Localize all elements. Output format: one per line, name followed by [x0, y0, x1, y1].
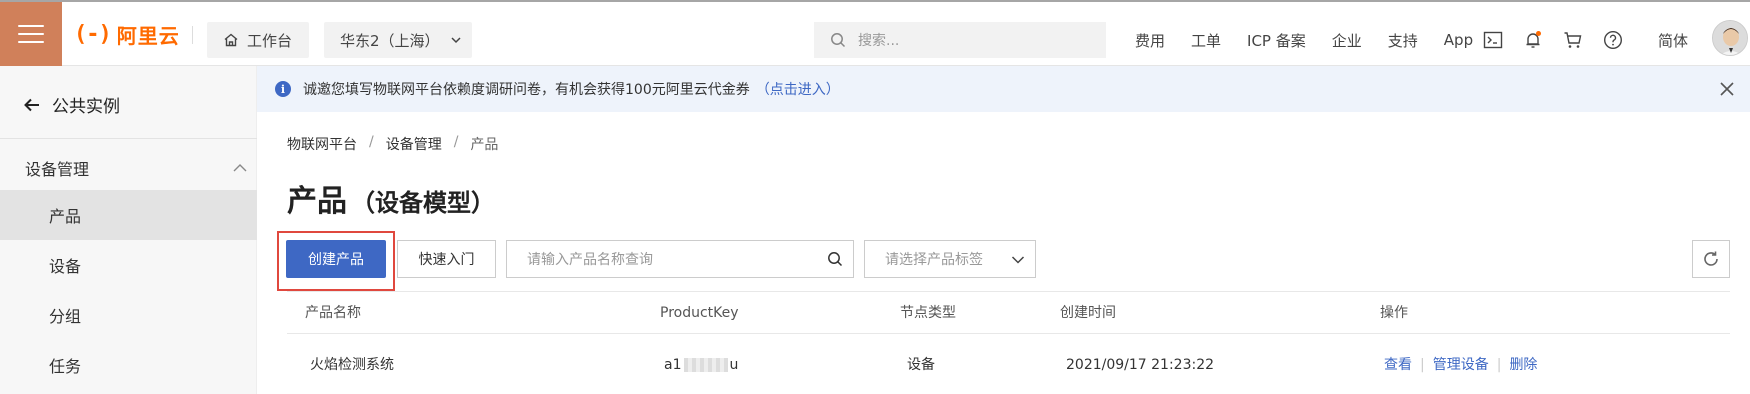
top-icons — [1483, 22, 1623, 58]
logo-text: 阿里云 — [116, 24, 180, 48]
table-row: 火焰检测系统 a1 u 设备 2021/09/17 21:23:22 查看 | 管理设… — [287, 344, 1730, 386]
action-separator: | — [1420, 357, 1425, 373]
node-type: 设备 — [907, 357, 935, 373]
back-label: 公共实例 — [52, 97, 120, 117]
language-switch[interactable]: 简体 — [1658, 30, 1688, 51]
bell-icon[interactable] — [1523, 30, 1543, 50]
product-key: a1 u — [664, 344, 738, 386]
sidebar-item-label: 分组 — [49, 307, 82, 326]
link-billing[interactable]: 费用 — [1135, 30, 1165, 51]
sidebar-item-label: 产品 — [49, 207, 82, 226]
arrow-left-icon — [24, 98, 39, 111]
product-tag-select[interactable]: 请选择产品标签 — [864, 240, 1036, 278]
user-avatar[interactable] — [1712, 20, 1748, 56]
link-support[interactable]: 支持 — [1388, 30, 1418, 51]
product-key-prefix: a1 — [664, 357, 682, 373]
region-selector[interactable]: 华东2（上海） — [324, 22, 472, 58]
page-title-main: 产品 — [287, 184, 347, 219]
divider — [192, 26, 193, 44]
logo-mark: (-) — [74, 22, 112, 47]
manage-devices-link[interactable]: 管理设备 — [1433, 357, 1489, 373]
workbench-button[interactable]: 工作台 — [207, 22, 309, 58]
refresh-icon — [1704, 251, 1718, 266]
create-product-button[interactable]: 创建产品 — [286, 240, 386, 278]
column-header-created: 创建时间 — [1060, 305, 1116, 321]
product-key-suffix: u — [729, 357, 739, 373]
sidebar-item-tasks[interactable]: 任务 — [0, 340, 257, 390]
close-icon[interactable] — [1718, 80, 1736, 98]
top-navigation-bar: (-) 阿里云 工作台 华东2（上海） 搜索... 费用 工单 ICP 备案 企… — [0, 0, 1750, 66]
chevron-down-icon — [451, 37, 461, 44]
product-search-input[interactable]: 请输入产品名称查询 — [506, 240, 854, 278]
quickstart-button[interactable]: 快速入门 — [397, 240, 496, 278]
breadcrumb-separator: / — [453, 134, 459, 150]
survey-notice-banner: i 诚邀您填写物联网平台依赖度调研问卷，有机会获得100元阿里云代金券 （点击进… — [257, 66, 1750, 112]
column-header-node-type: 节点类型 — [900, 305, 956, 321]
sidebar-item-label: 设备 — [49, 257, 82, 276]
page-title: 产品 （设备模型） — [287, 176, 495, 220]
back-to-public-instance[interactable]: 公共实例 — [24, 92, 120, 117]
breadcrumb-item[interactable]: 物联网平台 — [287, 134, 357, 154]
tag-select-placeholder: 请选择产品标签 — [885, 252, 983, 268]
help-icon[interactable] — [1603, 30, 1623, 50]
sidebar-item-label: 任务 — [49, 357, 82, 376]
notice-text: 诚邀您填写物联网平台依赖度调研问卷，有机会获得100元阿里云代金券 — [303, 82, 750, 98]
search-icon — [831, 33, 846, 48]
info-icon: i — [275, 81, 291, 97]
link-tickets[interactable]: 工单 — [1191, 30, 1221, 51]
link-enterprise[interactable]: 企业 — [1332, 30, 1362, 51]
workbench-label: 工作台 — [247, 31, 293, 50]
created-time: 2021/09/17 21:23:22 — [1066, 357, 1215, 373]
menu-icon-line — [18, 41, 44, 43]
page-title-sub: （设备模型） — [351, 189, 495, 217]
notice-link[interactable]: （点击进入） — [756, 79, 840, 99]
menu-icon-line — [18, 25, 44, 27]
sidebar-group-device-management[interactable]: 设备管理 — [25, 156, 247, 180]
chevron-down-icon — [1011, 256, 1025, 264]
sidebar-item-products[interactable]: 产品 — [0, 190, 257, 240]
column-header-productkey: ProductKey — [660, 305, 739, 321]
global-search-input[interactable]: 搜索... — [814, 22, 1106, 58]
action-separator: | — [1496, 357, 1502, 373]
aliyun-logo[interactable]: (-) 阿里云 — [74, 20, 180, 49]
sidebar: 公共实例 设备管理 产品 设备 分组 任务 — [0, 66, 257, 394]
redacted-mask — [683, 358, 728, 372]
delete-link[interactable]: 删除 — [1509, 357, 1537, 373]
region-label: 华东2（上海） — [340, 31, 440, 50]
link-icp[interactable]: ICP 备案 — [1247, 30, 1306, 51]
link-app[interactable]: App — [1444, 31, 1473, 49]
refresh-button[interactable] — [1692, 240, 1730, 278]
chevron-up-icon — [233, 164, 247, 172]
breadcrumb: 物联网平台 / 设备管理 / 产品 — [287, 134, 498, 154]
sidebar-divider — [0, 138, 257, 139]
terminal-icon[interactable] — [1483, 30, 1503, 50]
breadcrumb-separator: / — [369, 134, 374, 150]
hamburger-menu-button[interactable] — [0, 2, 62, 66]
sidebar-item-groups[interactable]: 分组 — [0, 290, 257, 340]
group-label: 设备管理 — [25, 160, 90, 179]
search-icon[interactable] — [827, 251, 843, 267]
top-links: 费用 工单 ICP 备案 企业 支持 App — [1135, 22, 1499, 58]
column-header-name: 产品名称 — [305, 305, 361, 321]
product-name: 火焰检测系统 — [310, 357, 394, 373]
breadcrumb-item[interactable]: 设备管理 — [386, 134, 442, 154]
column-header-actions: 操作 — [1380, 305, 1408, 321]
sidebar-item-devices[interactable]: 设备 — [0, 240, 257, 290]
table-header: 产品名称 ProductKey 节点类型 创建时间 操作 — [287, 291, 1730, 334]
breadcrumb-current: 产品 — [470, 137, 499, 153]
view-link[interactable]: 查看 — [1384, 357, 1412, 373]
product-search-placeholder: 请输入产品名称查询 — [527, 252, 653, 268]
cart-icon[interactable] — [1563, 30, 1583, 50]
row-actions: 查看 | 管理设备 | 删除 — [1384, 344, 1537, 386]
search-placeholder: 搜索... — [858, 33, 900, 49]
home-icon — [224, 33, 238, 47]
menu-icon-line — [18, 33, 44, 35]
